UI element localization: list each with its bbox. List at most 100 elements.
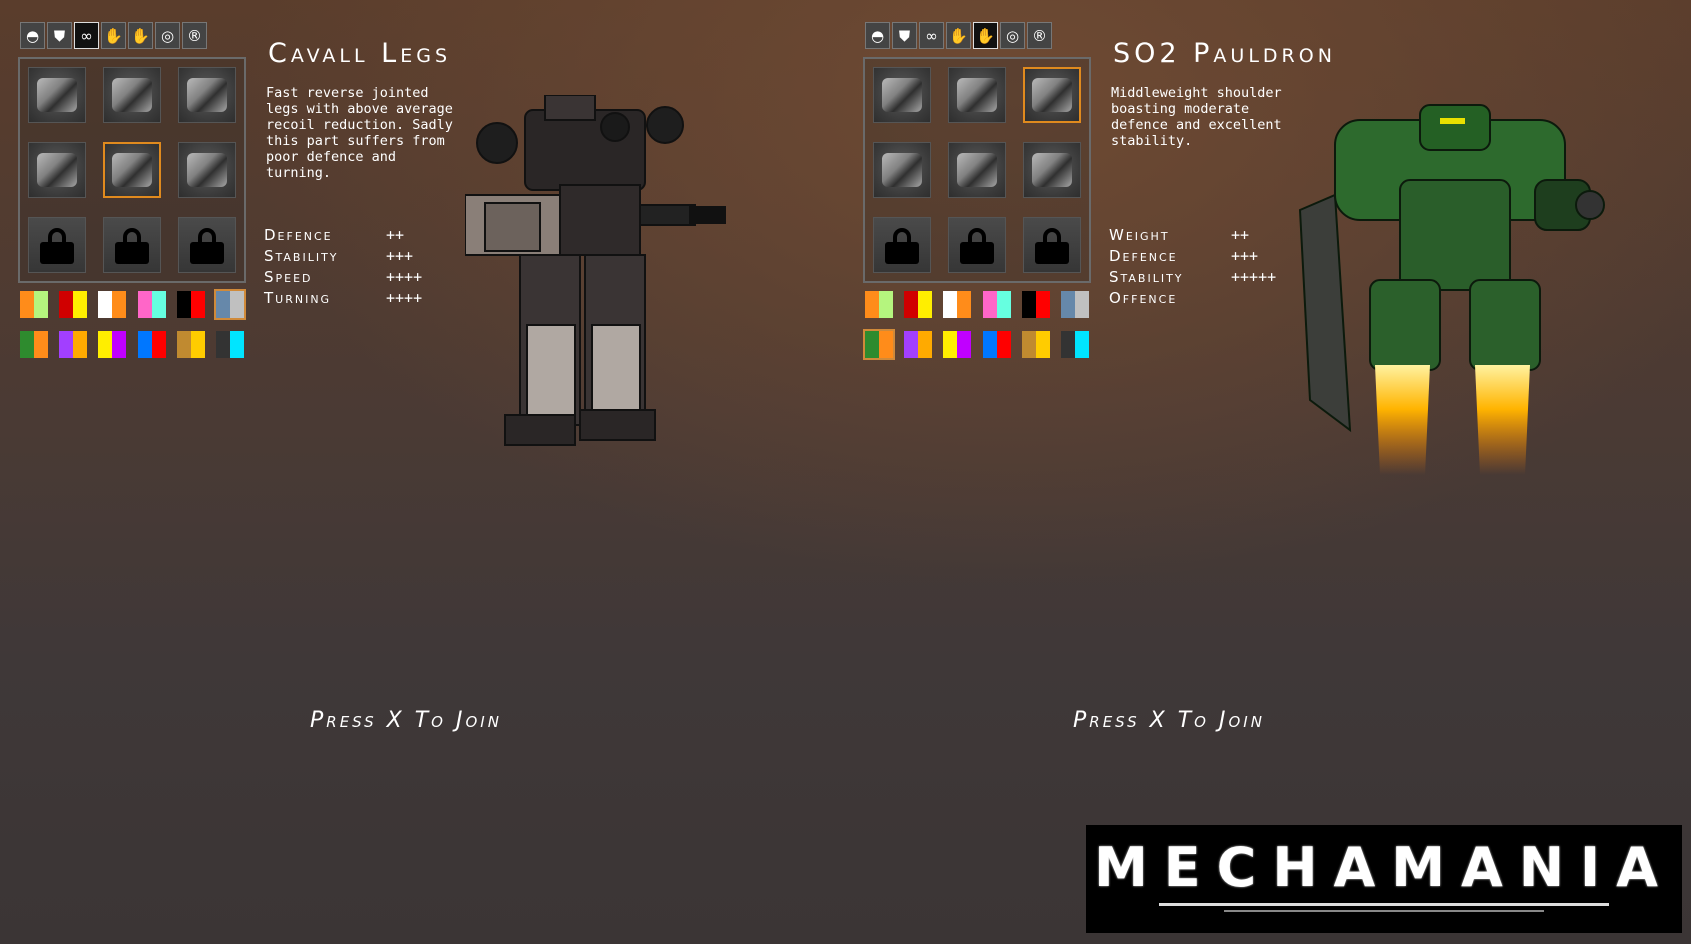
part-thumbnail [37, 153, 77, 187]
color-swatch[interactable] [98, 331, 126, 358]
locked-slot [1023, 217, 1081, 273]
part-slot[interactable] [873, 67, 931, 123]
color-swatch[interactable] [20, 331, 48, 358]
left-arm-tab[interactable]: ✋ [101, 22, 126, 49]
logo-text: MECHAMANIA [1094, 835, 1674, 899]
right-arm-tab[interactable]: ✋ [128, 22, 153, 49]
head-tab[interactable]: ◓ [20, 22, 45, 49]
head-icon: ◓ [870, 26, 885, 45]
player-one-panel: ◓ ⛊ ∞ ✋ ✋ ◎ ® Cavall Legs Fast reverse j… [0, 0, 845, 944]
part-thumbnail [112, 78, 152, 112]
color-swatch[interactable] [1022, 291, 1050, 318]
color-swatch[interactable] [216, 331, 244, 358]
part-slot[interactable] [178, 67, 236, 123]
mech-preview-dark [465, 95, 726, 446]
color-swatch[interactable] [943, 291, 971, 318]
color-swatch[interactable] [177, 291, 205, 318]
color-swatch[interactable] [1022, 331, 1050, 358]
mech-preview-green [1298, 104, 1605, 475]
locked-slot [948, 217, 1006, 273]
color-swatch-selected[interactable] [214, 289, 246, 320]
legs-tab[interactable]: ∞ [919, 22, 944, 49]
part-slot[interactable] [178, 142, 236, 198]
core-icon: ® [187, 26, 202, 45]
part-grid [18, 57, 246, 283]
core-icon: ® [1032, 26, 1047, 45]
color-swatch-selected[interactable] [863, 329, 895, 360]
part-slot[interactable] [873, 142, 931, 198]
part-description: Fast reverse jointed legs with above ave… [266, 85, 453, 181]
part-thumbnail [882, 153, 922, 187]
left-arm-icon: ✋ [949, 26, 968, 45]
part-slot[interactable] [28, 142, 86, 198]
stat-name: Weight [1109, 226, 1170, 244]
core-tab[interactable]: ® [1027, 22, 1052, 49]
shoulder-icon: ◎ [1005, 26, 1020, 45]
legs-icon: ∞ [80, 26, 93, 45]
color-swatch[interactable] [138, 331, 166, 358]
color-swatch[interactable] [59, 331, 87, 358]
part-slot[interactable] [948, 67, 1006, 123]
locked-slot [178, 217, 236, 273]
stat-value: ++ [1231, 226, 1250, 244]
legs-icon: ∞ [925, 26, 938, 45]
legs-tab[interactable]: ∞ [74, 22, 99, 49]
part-slot[interactable] [103, 67, 161, 123]
color-swatch[interactable] [865, 291, 893, 318]
color-swatch[interactable] [98, 291, 126, 318]
stat-name: Offence [1109, 289, 1178, 307]
part-grid [863, 57, 1091, 283]
right-arm-tab[interactable]: ✋ [973, 22, 998, 49]
core-tab[interactable]: ® [182, 22, 207, 49]
part-category-tabs: ◓ ⛊ ∞ ✋ ✋ ◎ ® [20, 22, 207, 49]
stat-value: +++ [1231, 247, 1259, 265]
part-thumbnail [37, 78, 77, 112]
shoulder-tab[interactable]: ◎ [155, 22, 180, 49]
part-slot[interactable] [1023, 142, 1081, 198]
stat-value: ++++ [386, 289, 423, 307]
logo-underline-secondary [1224, 909, 1544, 912]
right-arm-icon: ✋ [131, 26, 150, 45]
color-swatch[interactable] [1061, 291, 1089, 318]
part-thumbnail [957, 153, 997, 187]
torso-icon: ⛊ [53, 26, 66, 45]
stat-value: +++ [386, 247, 414, 265]
head-tab[interactable]: ◓ [865, 22, 890, 49]
part-slot-selected[interactable] [103, 142, 161, 198]
color-swatch[interactable] [177, 331, 205, 358]
game-logo: MECHAMANIA [1086, 825, 1682, 933]
lock-icon [115, 228, 149, 264]
press-to-join-prompt: Press X To Join [1073, 708, 1265, 733]
color-swatch[interactable] [138, 291, 166, 318]
color-swatch[interactable] [904, 291, 932, 318]
color-swatch[interactable] [20, 291, 48, 318]
press-to-join-prompt: Press X To Join [310, 708, 502, 733]
color-swatch[interactable] [59, 291, 87, 318]
color-swatch[interactable] [904, 331, 932, 358]
stat-name: Defence [264, 226, 333, 244]
color-swatch[interactable] [983, 331, 1011, 358]
part-slot-selected[interactable] [1023, 67, 1081, 123]
part-thumbnail [112, 153, 152, 187]
torso-icon: ⛊ [898, 26, 911, 45]
color-swatch[interactable] [983, 291, 1011, 318]
stat-value: +++++ [1231, 268, 1277, 286]
part-thumbnail [957, 78, 997, 112]
part-slot[interactable] [948, 142, 1006, 198]
stat-name: Stability [264, 247, 339, 265]
shoulder-tab[interactable]: ◎ [1000, 22, 1025, 49]
torso-tab[interactable]: ⛊ [892, 22, 917, 49]
color-swatch[interactable] [943, 331, 971, 358]
part-thumbnail [1032, 78, 1072, 112]
part-title: Cavall Legs [268, 38, 451, 69]
stat-value: ++ [386, 226, 405, 244]
torso-tab[interactable]: ⛊ [47, 22, 72, 49]
left-arm-tab[interactable]: ✋ [946, 22, 971, 49]
part-thumbnail [187, 78, 227, 112]
part-thumbnail [187, 153, 227, 187]
lock-icon [1035, 228, 1069, 264]
part-slot[interactable] [28, 67, 86, 123]
color-swatch[interactable] [1061, 331, 1089, 358]
lock-icon [960, 228, 994, 264]
stat-name: Defence [1109, 247, 1178, 265]
